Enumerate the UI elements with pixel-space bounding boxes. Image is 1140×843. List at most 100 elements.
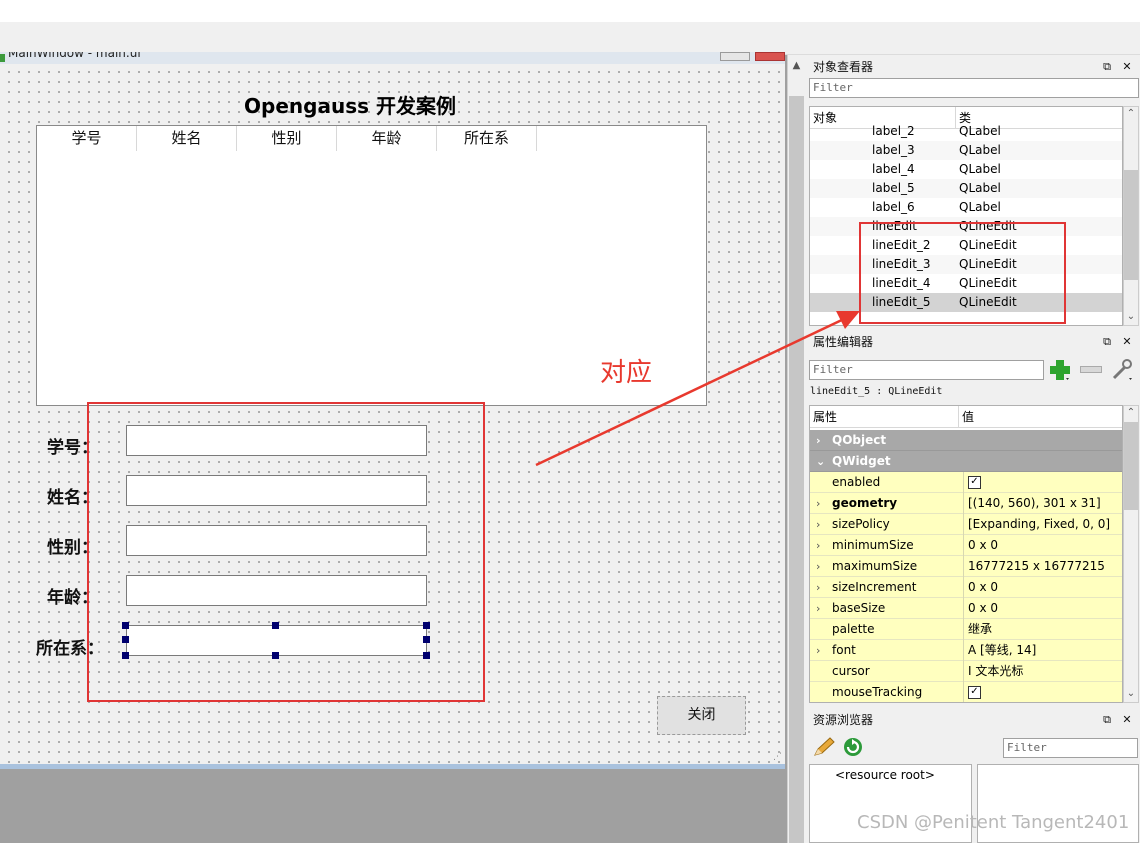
annotation-box-form-fields [87, 402, 485, 702]
remove-property-icon[interactable] [1080, 366, 1102, 373]
close-button[interactable]: 关闭 [657, 696, 746, 735]
property-filter-input[interactable]: Filter [809, 360, 1044, 380]
property-value[interactable]: A [等线, 14] [963, 640, 1122, 661]
property-row[interactable]: mouseTracking ✓ [810, 682, 1122, 702]
resource-root-item[interactable]: <resource root> [835, 768, 935, 782]
property-table[interactable]: 属性 值 › QObject ⌄ QWidget enabled ✓ › geometry [(… [809, 405, 1123, 703]
expand-icon[interactable]: ⌄ [816, 451, 825, 472]
property-row[interactable]: › baseSize 0 x 0 [810, 598, 1122, 619]
property-row[interactable]: › font A [等线, 14] [810, 640, 1122, 661]
property-value[interactable]: 0 x 0 [963, 577, 1122, 598]
scroll-down-icon[interactable]: ⌄ [1124, 311, 1138, 322]
property-row[interactable]: › geometry [(140, 560), 301 x 31] [810, 493, 1122, 514]
object-tree-row[interactable]: label_5 QLabel [810, 179, 1122, 198]
annotation-label: 对应 [600, 358, 653, 388]
property-group-row[interactable]: › QObject [810, 430, 1122, 451]
window-close-button[interactable] [755, 52, 785, 61]
checkbox-checked-icon[interactable]: ✓ [968, 476, 981, 489]
property-row[interactable]: cursor I 文本光标 [810, 661, 1122, 682]
expand-icon[interactable]: › [816, 514, 820, 535]
pencil-icon[interactable] [812, 736, 836, 758]
property-row[interactable]: › minimumSize 0 x 0 [810, 535, 1122, 556]
expand-icon[interactable]: › [816, 556, 820, 577]
property-row[interactable]: › maximumSize 16777215 x 16777215 [810, 556, 1122, 577]
resource-browser-title: 资源浏览器 [808, 709, 1140, 731]
object-tree-row[interactable]: label_4 QLabel [810, 160, 1122, 179]
form-titlebar[interactable]: MainWindow - main.ui [0, 52, 785, 64]
property-row[interactable]: › sizePolicy [Expanding, Fixed, 0, 0] [810, 514, 1122, 535]
designer-toolbar [0, 22, 1140, 55]
scroll-up-icon[interactable]: ⌃ [1124, 108, 1138, 119]
object-tree-row[interactable]: label_3 QLabel [810, 141, 1122, 160]
property-name: geometry [832, 496, 898, 510]
window-icon [0, 54, 5, 62]
property-value[interactable]: 16777215 x 16777215 [963, 556, 1122, 577]
property-name: font [832, 643, 856, 657]
object-tree-row[interactable]: label_6 QLabel [810, 198, 1122, 217]
property-name: sizePolicy [832, 517, 890, 531]
column-header-value[interactable]: 值 [959, 406, 1122, 428]
property-name: QObject [832, 433, 887, 447]
property-value[interactable]: ✓ [963, 472, 1122, 493]
resource-filter-input[interactable]: Filter [1003, 738, 1138, 758]
property-editor-title: 属性编辑器 [808, 331, 1140, 353]
property-row[interactable]: › sizeIncrement 0 x 0 [810, 577, 1122, 598]
expand-icon[interactable]: › [816, 640, 820, 661]
close-icon[interactable]: ✕ [1120, 335, 1134, 349]
checkbox-checked-icon[interactable]: ✓ [968, 686, 981, 699]
property-value[interactable]: I 文本光标 [963, 661, 1122, 682]
property-row[interactable]: enabled ✓ [810, 472, 1122, 493]
reload-icon[interactable] [842, 736, 864, 758]
scroll-up-icon[interactable]: ⌃ [1124, 407, 1138, 418]
expand-icon[interactable]: › [816, 535, 820, 556]
watermark: CSDN @Penitent Tangent2401 [857, 812, 1130, 833]
close-icon[interactable]: ✕ [1120, 713, 1134, 727]
property-name: palette [832, 622, 875, 636]
resize-grip-icon[interactable]: ⋰ [773, 752, 783, 762]
property-name: enabled [832, 475, 881, 489]
object-class: QLabel [959, 162, 1001, 176]
column-header-property[interactable]: 属性 [810, 406, 959, 428]
float-icon[interactable]: ⧉ [1100, 335, 1114, 349]
object-tree-row[interactable]: label_2 QLabel [810, 122, 1122, 141]
property-name: baseSize [832, 601, 886, 615]
property-row[interactable]: palette 继承 [810, 619, 1122, 640]
property-name: mouseTracking [832, 685, 923, 699]
close-icon[interactable]: ✕ [1120, 60, 1134, 74]
property-group-row[interactable]: ⌄ QWidget [810, 451, 1122, 472]
property-value[interactable]: 0 x 0 [963, 535, 1122, 556]
property-value[interactable]: ✓ [963, 682, 1122, 702]
form-title: MainWindow - main.ui [8, 52, 141, 60]
expand-icon[interactable]: › [816, 598, 820, 619]
table-header-cell[interactable]: 学号 [37, 126, 137, 151]
table-header-cell[interactable]: 姓名 [137, 126, 237, 151]
scroll-down-icon[interactable]: ⌄ [1124, 688, 1138, 699]
object-name: label_2 [872, 124, 915, 138]
table-header-cell[interactable]: 年龄 [337, 126, 437, 151]
wrench-icon[interactable] [1110, 358, 1134, 382]
property-value[interactable]: [(140, 560), 301 x 31] [963, 493, 1122, 514]
object-tree-scrollbar-thumb[interactable] [1124, 170, 1138, 280]
property-value[interactable]: [Expanding, Fixed, 0, 0] [963, 514, 1122, 535]
float-icon[interactable]: ⧉ [1100, 60, 1114, 74]
object-class: QLabel [959, 143, 1001, 157]
object-name: label_4 [872, 162, 915, 176]
form-heading: Opengauss 开发案例 [244, 94, 456, 118]
property-table-scrollbar-thumb[interactable] [1124, 422, 1138, 510]
table-header-cell[interactable]: 性别 [237, 126, 337, 151]
expand-icon[interactable]: › [816, 493, 820, 514]
property-name: minimumSize [832, 538, 914, 552]
property-value[interactable]: 继承 [963, 619, 1122, 640]
object-name: label_6 [872, 200, 915, 214]
expand-icon[interactable]: › [816, 430, 821, 451]
property-value[interactable]: 0 x 0 [963, 598, 1122, 619]
table-header-cell[interactable]: 所在系 [437, 126, 537, 151]
designer-scrollbar-thumb[interactable] [789, 96, 804, 843]
add-property-icon[interactable] [1048, 358, 1072, 382]
minimize-button[interactable] [720, 52, 750, 61]
object-filter-input[interactable]: Filter [809, 78, 1139, 98]
object-class: QLabel [959, 200, 1001, 214]
scroll-up-icon[interactable]: ▲ [789, 60, 804, 71]
expand-icon[interactable]: › [816, 577, 820, 598]
float-icon[interactable]: ⧉ [1100, 713, 1114, 727]
